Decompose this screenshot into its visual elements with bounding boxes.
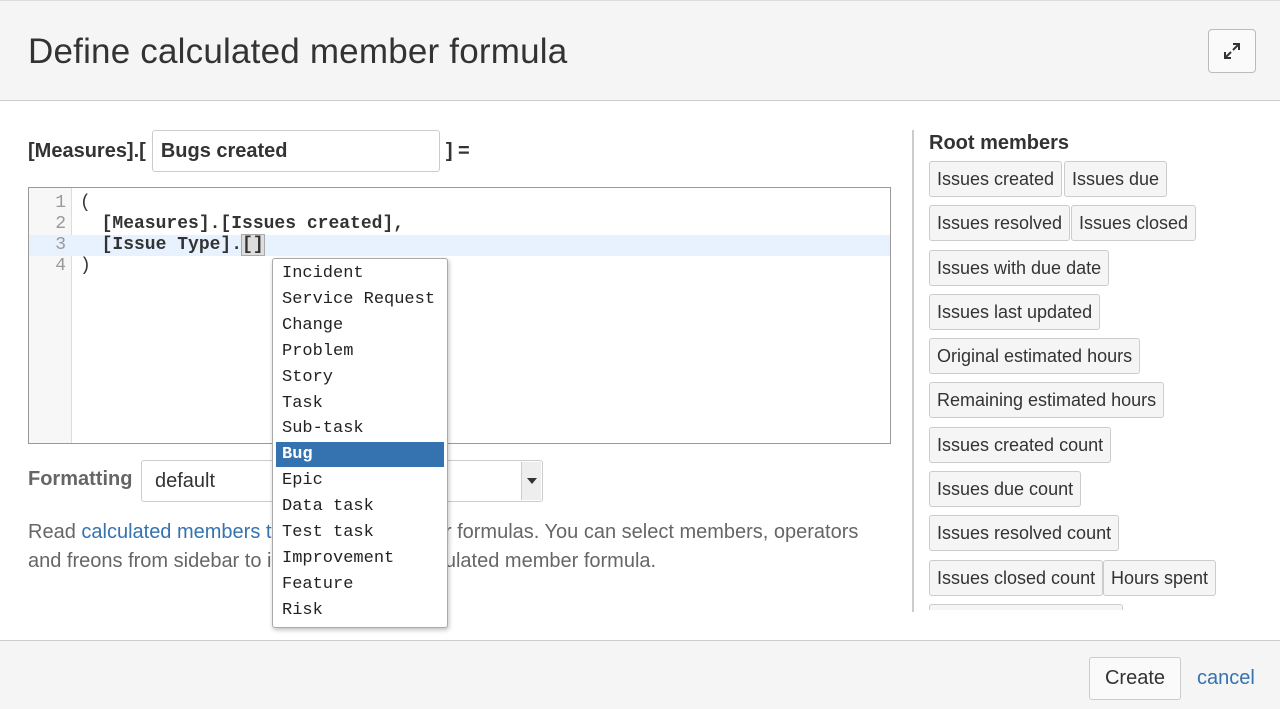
line-number: 3 <box>55 235 66 255</box>
code-line[interactable]: 4 ) <box>29 256 890 277</box>
create-button[interactable]: Create <box>1089 657 1181 700</box>
dialog-title: Define calculated member formula <box>28 32 568 71</box>
sidebar-divider <box>912 130 914 612</box>
autocomplete-dropdown[interactable]: Incident Service Request Change Problem Stor… <box>272 258 448 628</box>
formula-editor[interactable]: 1 ( 2 [Measures].[Issues created], 3 [Is… <box>28 187 891 444</box>
autocomplete-item[interactable]: Problem <box>276 339 444 364</box>
member-chip[interactable]: Issues created count <box>929 427 1112 463</box>
code-line[interactable]: 1 ( <box>29 193 890 214</box>
member-chip[interactable]: Issues resolved <box>929 205 1071 241</box>
expand-icon <box>1224 43 1240 59</box>
member-chip[interactable]: Issues closed count <box>929 560 1104 596</box>
code-text: [Measures].[Issues created], <box>80 214 405 234</box>
code-segment: [Issue Type]. <box>80 235 243 255</box>
sidebar-title: Root members <box>929 132 1070 154</box>
autocomplete-item[interactable]: Epic <box>276 468 444 493</box>
member-name-input[interactable]: Bugs created <box>151 130 440 172</box>
autocomplete-item[interactable]: Data task <box>276 494 444 519</box>
autocomplete-item[interactable]: Risk <box>276 598 444 623</box>
code-text: [Issue Type].[] <box>80 234 265 256</box>
name-prefix: [Measures].[ <box>28 139 146 162</box>
matched-bracket: [] <box>241 234 265 256</box>
member-chip[interactable]: Issues closed <box>1071 205 1197 241</box>
line-number: 1 <box>55 193 66 213</box>
autocomplete-item[interactable]: Sub-task <box>276 416 444 441</box>
autocomplete-item[interactable]: Test task <box>276 520 444 545</box>
member-chip[interactable]: Original estimated hours <box>929 338 1141 374</box>
autocomplete-item[interactable]: Task <box>276 391 444 416</box>
autocomplete-item[interactable]: Feature <box>276 572 444 597</box>
expand-button[interactable] <box>1208 29 1256 73</box>
member-chip[interactable]: Issues created <box>929 161 1063 197</box>
code-text: ) <box>80 256 91 276</box>
dialog-footer: Create cancel <box>0 640 1280 709</box>
calculated-members-link[interactable]: calculated members t <box>81 521 271 543</box>
code-text: ( <box>80 193 91 213</box>
code-line[interactable]: 2 [Measures].[Issues created], <box>29 214 890 235</box>
autocomplete-item[interactable]: Incident <box>276 261 444 286</box>
help-text: Read calculated members tt calculated me… <box>28 518 878 575</box>
formatting-label: Formatting <box>28 468 133 490</box>
autocomplete-item[interactable]: Story <box>276 365 444 390</box>
member-name-row: [Measures].[ Bugs created ] = <box>28 130 470 172</box>
autocomplete-item[interactable]: Service Request <box>276 287 444 312</box>
member-chip[interactable]: Issues due <box>1064 161 1168 197</box>
dialog-header: Define calculated member formula <box>0 0 1280 101</box>
code-line-active[interactable]: 3 [Issue Type].[] <box>29 234 890 256</box>
member-chip[interactable]: Issues resolved count <box>929 515 1120 551</box>
autocomplete-item[interactable]: Change <box>276 313 444 338</box>
member-chip[interactable]: Issues due count <box>929 471 1082 507</box>
member-chip[interactable]: Remaining estimated hours <box>929 382 1165 418</box>
member-chip-partial[interactable] <box>929 604 1123 610</box>
autocomplete-item[interactable]: Improvement <box>276 546 444 571</box>
line-number: 4 <box>55 256 66 276</box>
member-chip[interactable]: Issues with due date <box>929 250 1110 286</box>
line-number: 2 <box>55 214 66 234</box>
root-members-list: Issues created Issues due Issues resolved I… <box>925 158 1265 610</box>
member-chip[interactable]: Hours spent <box>1103 560 1217 596</box>
caret-down-icon <box>526 478 537 484</box>
member-chip[interactable]: Issues last updated <box>929 294 1101 330</box>
autocomplete-item[interactable]: Bug <box>276 442 444 468</box>
formatting-value: default <box>155 469 216 492</box>
name-suffix: ] = <box>445 139 470 162</box>
select-arrow[interactable] <box>521 462 541 500</box>
help-text-part: Read <box>28 521 82 543</box>
cancel-link[interactable]: cancel <box>1197 667 1255 690</box>
